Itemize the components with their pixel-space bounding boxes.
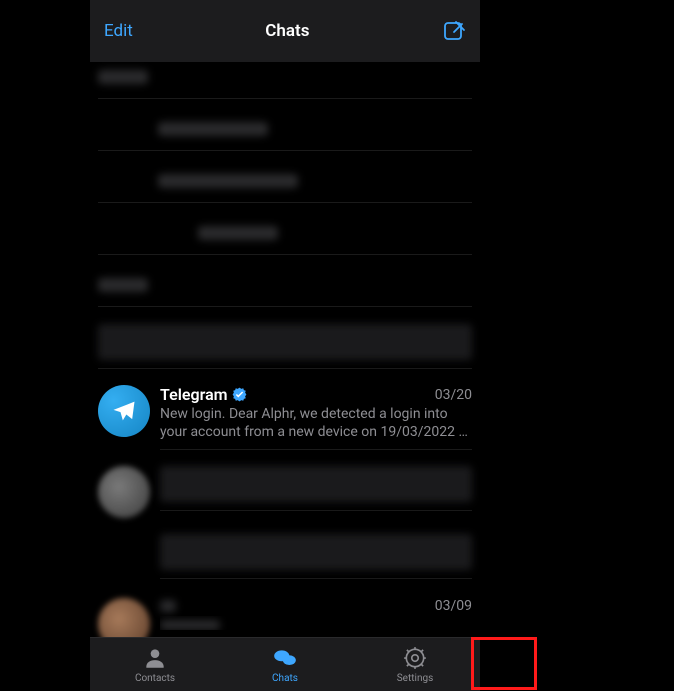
chat-row-redacted[interactable]: [90, 270, 480, 316]
avatar: [98, 598, 150, 637]
chat-list[interactable]: Telegram 03/20 New login. Dear Alphr, we…: [90, 62, 480, 637]
tab-label: Chats: [272, 673, 298, 684]
chat-date: 03/09: [435, 598, 472, 614]
annotation-highlight: [471, 637, 537, 690]
avatar-telegram: [98, 385, 150, 437]
chat-row-redacted[interactable]: [90, 458, 480, 526]
page-title: Chats: [265, 21, 309, 41]
chat-row-redacted[interactable]: [90, 166, 480, 218]
chat-row-redacted[interactable]: [90, 62, 480, 114]
chat-row-redacted[interactable]: [90, 316, 480, 377]
compose-button[interactable]: [442, 19, 466, 43]
tab-settings[interactable]: Settings: [350, 638, 480, 691]
chat-date: 03/20: [435, 387, 472, 403]
contacts-icon: [142, 645, 168, 671]
tab-contacts[interactable]: Contacts: [90, 638, 220, 691]
tab-label: Settings: [397, 673, 434, 684]
edit-button[interactable]: Edit: [104, 21, 133, 41]
tab-label: Contacts: [135, 673, 175, 684]
tab-bar: Contacts Chats Settings: [90, 637, 480, 691]
telegram-icon: [110, 397, 138, 425]
chat-preview: New login. Dear Alphr, we detected a log…: [160, 406, 472, 441]
compose-icon: [442, 19, 466, 43]
header-bar: Edit Chats: [90, 0, 480, 62]
avatar: [98, 466, 150, 518]
chat-row-telegram[interactable]: Telegram 03/20 New login. Dear Alphr, we…: [90, 377, 480, 458]
app-frame: Edit Chats: [90, 0, 480, 691]
chat-name: Telegram: [160, 385, 247, 404]
verified-icon: [232, 387, 247, 402]
chats-icon: [272, 645, 298, 671]
chat-row-redacted[interactable]: [90, 114, 480, 166]
chat-row-redacted[interactable]: [90, 526, 480, 590]
settings-icon: [402, 645, 428, 671]
chat-row[interactable]: 03/09: [90, 590, 480, 637]
tab-chats[interactable]: Chats: [220, 638, 350, 691]
chat-row-redacted[interactable]: [90, 218, 480, 270]
